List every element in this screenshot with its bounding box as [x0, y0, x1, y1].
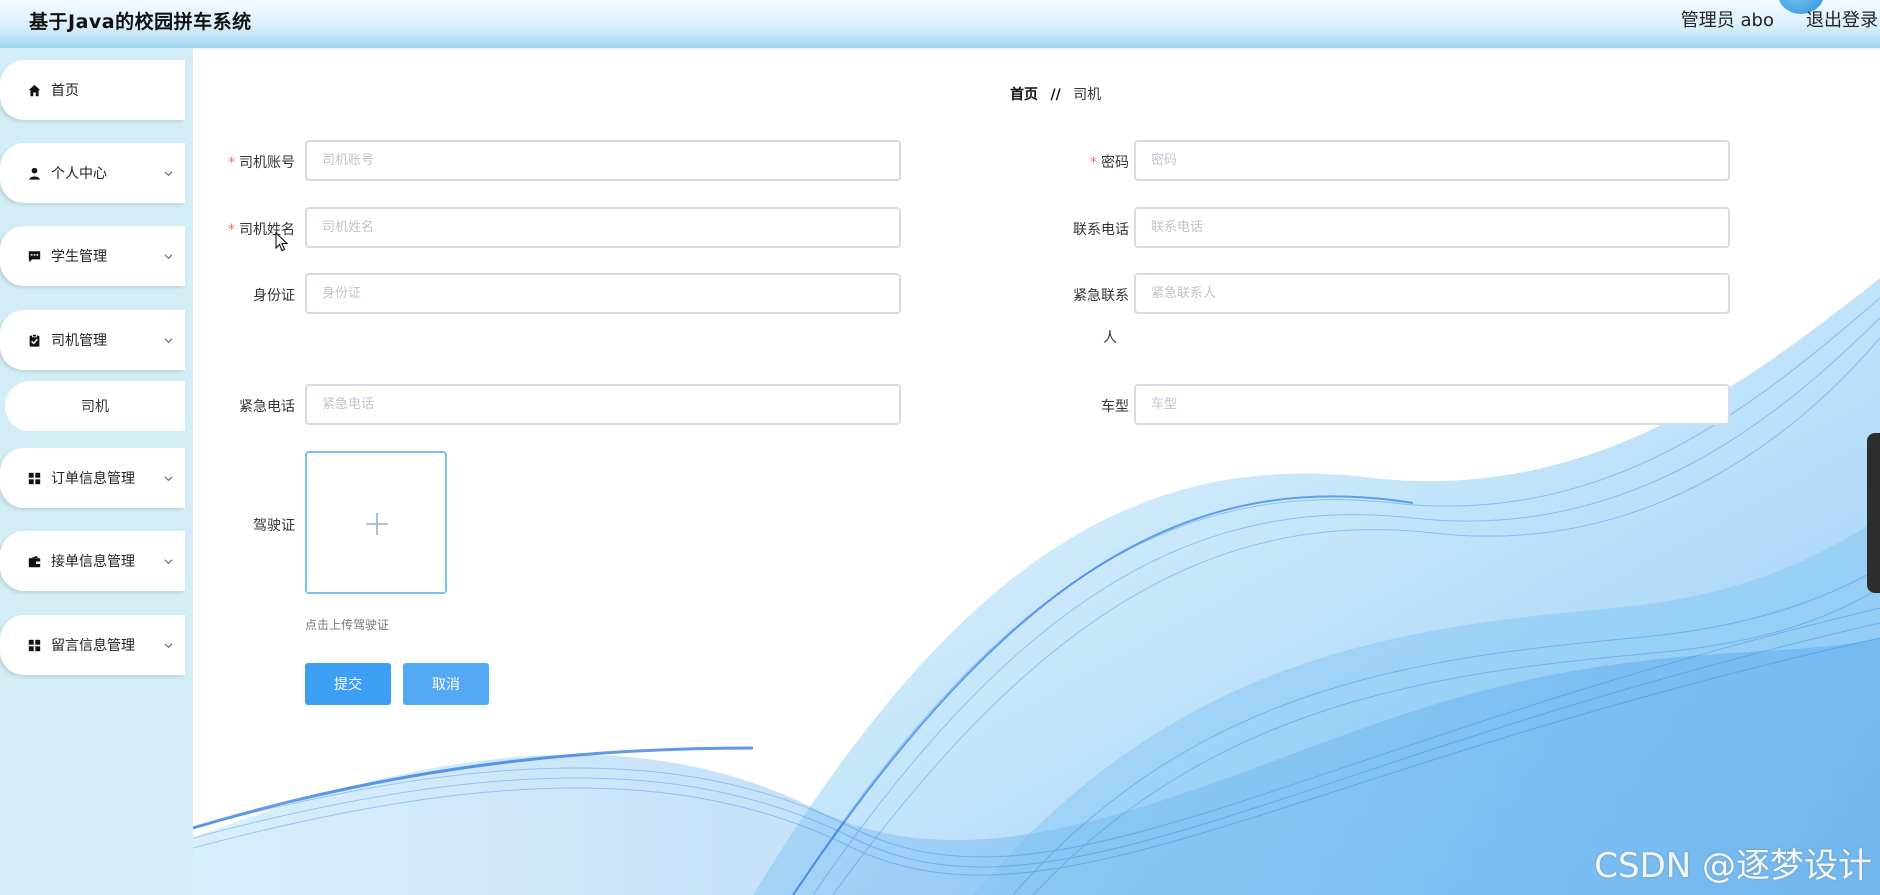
cancel-button[interactable]: 取消 — [403, 663, 489, 705]
car-model-input[interactable] — [1134, 384, 1730, 425]
required-mark: * — [1090, 155, 1097, 171]
grid-icon — [27, 471, 41, 485]
chevron-down-icon — [164, 642, 173, 648]
submit-button[interactable]: 提交 — [305, 663, 391, 705]
car-model-label: 车型 — [1101, 399, 1129, 415]
grid-icon — [27, 638, 41, 652]
emergency-contact-input[interactable] — [1134, 273, 1730, 314]
chevron-down-icon — [164, 475, 173, 481]
sidebar: 首页 个人中心 学生管理 司机管理 司机 订单信息管理 接单信息管理 留言信息管… — [0, 48, 193, 895]
phone-label: 联系电话 — [1073, 222, 1129, 238]
sidebar-subitem-driver[interactable]: 司机 — [5, 381, 185, 431]
top-bar: 基于Java的校园拼车系统 管理员 abo 退出登录 — [0, 0, 1880, 48]
watermark: CSDN @逐梦设计 — [1594, 846, 1872, 886]
emergency-contact-label: 紧急联系 人 — [1073, 288, 1129, 346]
sidebar-item-student-management[interactable]: 学生管理 — [0, 226, 185, 286]
sidebar-item-driver-management[interactable]: 司机管理 — [0, 310, 185, 370]
wallet-icon — [27, 554, 41, 568]
emergency-phone-label: 紧急电话 — [239, 399, 295, 415]
license-upload[interactable] — [305, 451, 447, 594]
sidebar-item-label: 接单信息管理 — [51, 554, 135, 570]
password-input[interactable] — [1134, 140, 1730, 181]
password-label: * 密码 — [1090, 155, 1129, 171]
chevron-down-icon — [164, 558, 173, 564]
chevron-down-icon — [164, 253, 173, 259]
user-icon — [27, 166, 41, 180]
app-title: 基于Java的校园拼车系统 — [29, 11, 252, 33]
chevron-down-icon — [164, 337, 173, 343]
breadcrumb-separator: // — [1050, 87, 1061, 103]
phone-input[interactable] — [1134, 207, 1730, 248]
chevron-down-icon — [164, 170, 173, 176]
main-content: 首页 // 司机 *司机账号 *密码 *司机姓名 联系电话 身份证 紧急联系 人… — [193, 48, 1880, 895]
sidebar-item-label: 订单信息管理 — [51, 471, 135, 487]
id-card-label: 身份证 — [253, 288, 295, 304]
name-input[interactable] — [305, 207, 901, 248]
sidebar-item-home[interactable]: 首页 — [0, 60, 185, 120]
scroll-handle[interactable] — [1867, 433, 1880, 593]
home-icon — [27, 83, 41, 97]
sidebar-item-label: 学生管理 — [51, 249, 107, 265]
account-input[interactable] — [305, 140, 901, 181]
license-label: 驾驶证 — [253, 518, 295, 534]
current-user: 管理员 abo — [1680, 10, 1774, 31]
upload-tip: 点击上传驾驶证 — [305, 618, 390, 632]
sidebar-item-label: 个人中心 — [51, 166, 107, 182]
id-card-input[interactable] — [305, 273, 901, 314]
sidebar-item-label: 司机管理 — [51, 333, 107, 349]
sidebar-item-personal-center[interactable]: 个人中心 — [0, 143, 185, 203]
account-label: * 司机账号 — [228, 155, 295, 171]
logout-button[interactable]: 退出登录 — [1806, 6, 1878, 32]
emergency-phone-input[interactable] — [305, 384, 901, 425]
plus-icon — [366, 513, 388, 535]
breadcrumb-current: 司机 — [1073, 87, 1102, 103]
sidebar-item-order-management[interactable]: 订单信息管理 — [0, 448, 185, 508]
clipboard-icon — [27, 333, 41, 347]
sidebar-item-accept-order-management[interactable]: 接单信息管理 — [0, 531, 185, 591]
breadcrumb-home[interactable]: 首页 — [1010, 87, 1038, 103]
required-mark: * — [228, 155, 235, 171]
breadcrumb: 首页 // 司机 — [1010, 84, 1101, 104]
required-mark: * — [228, 222, 235, 238]
sidebar-item-label: 留言信息管理 — [51, 638, 135, 654]
sidebar-item-message-management[interactable]: 留言信息管理 — [0, 615, 185, 675]
sidebar-item-label: 首页 — [51, 83, 79, 99]
mouse-cursor-icon — [275, 232, 289, 252]
chat-icon — [27, 249, 41, 263]
